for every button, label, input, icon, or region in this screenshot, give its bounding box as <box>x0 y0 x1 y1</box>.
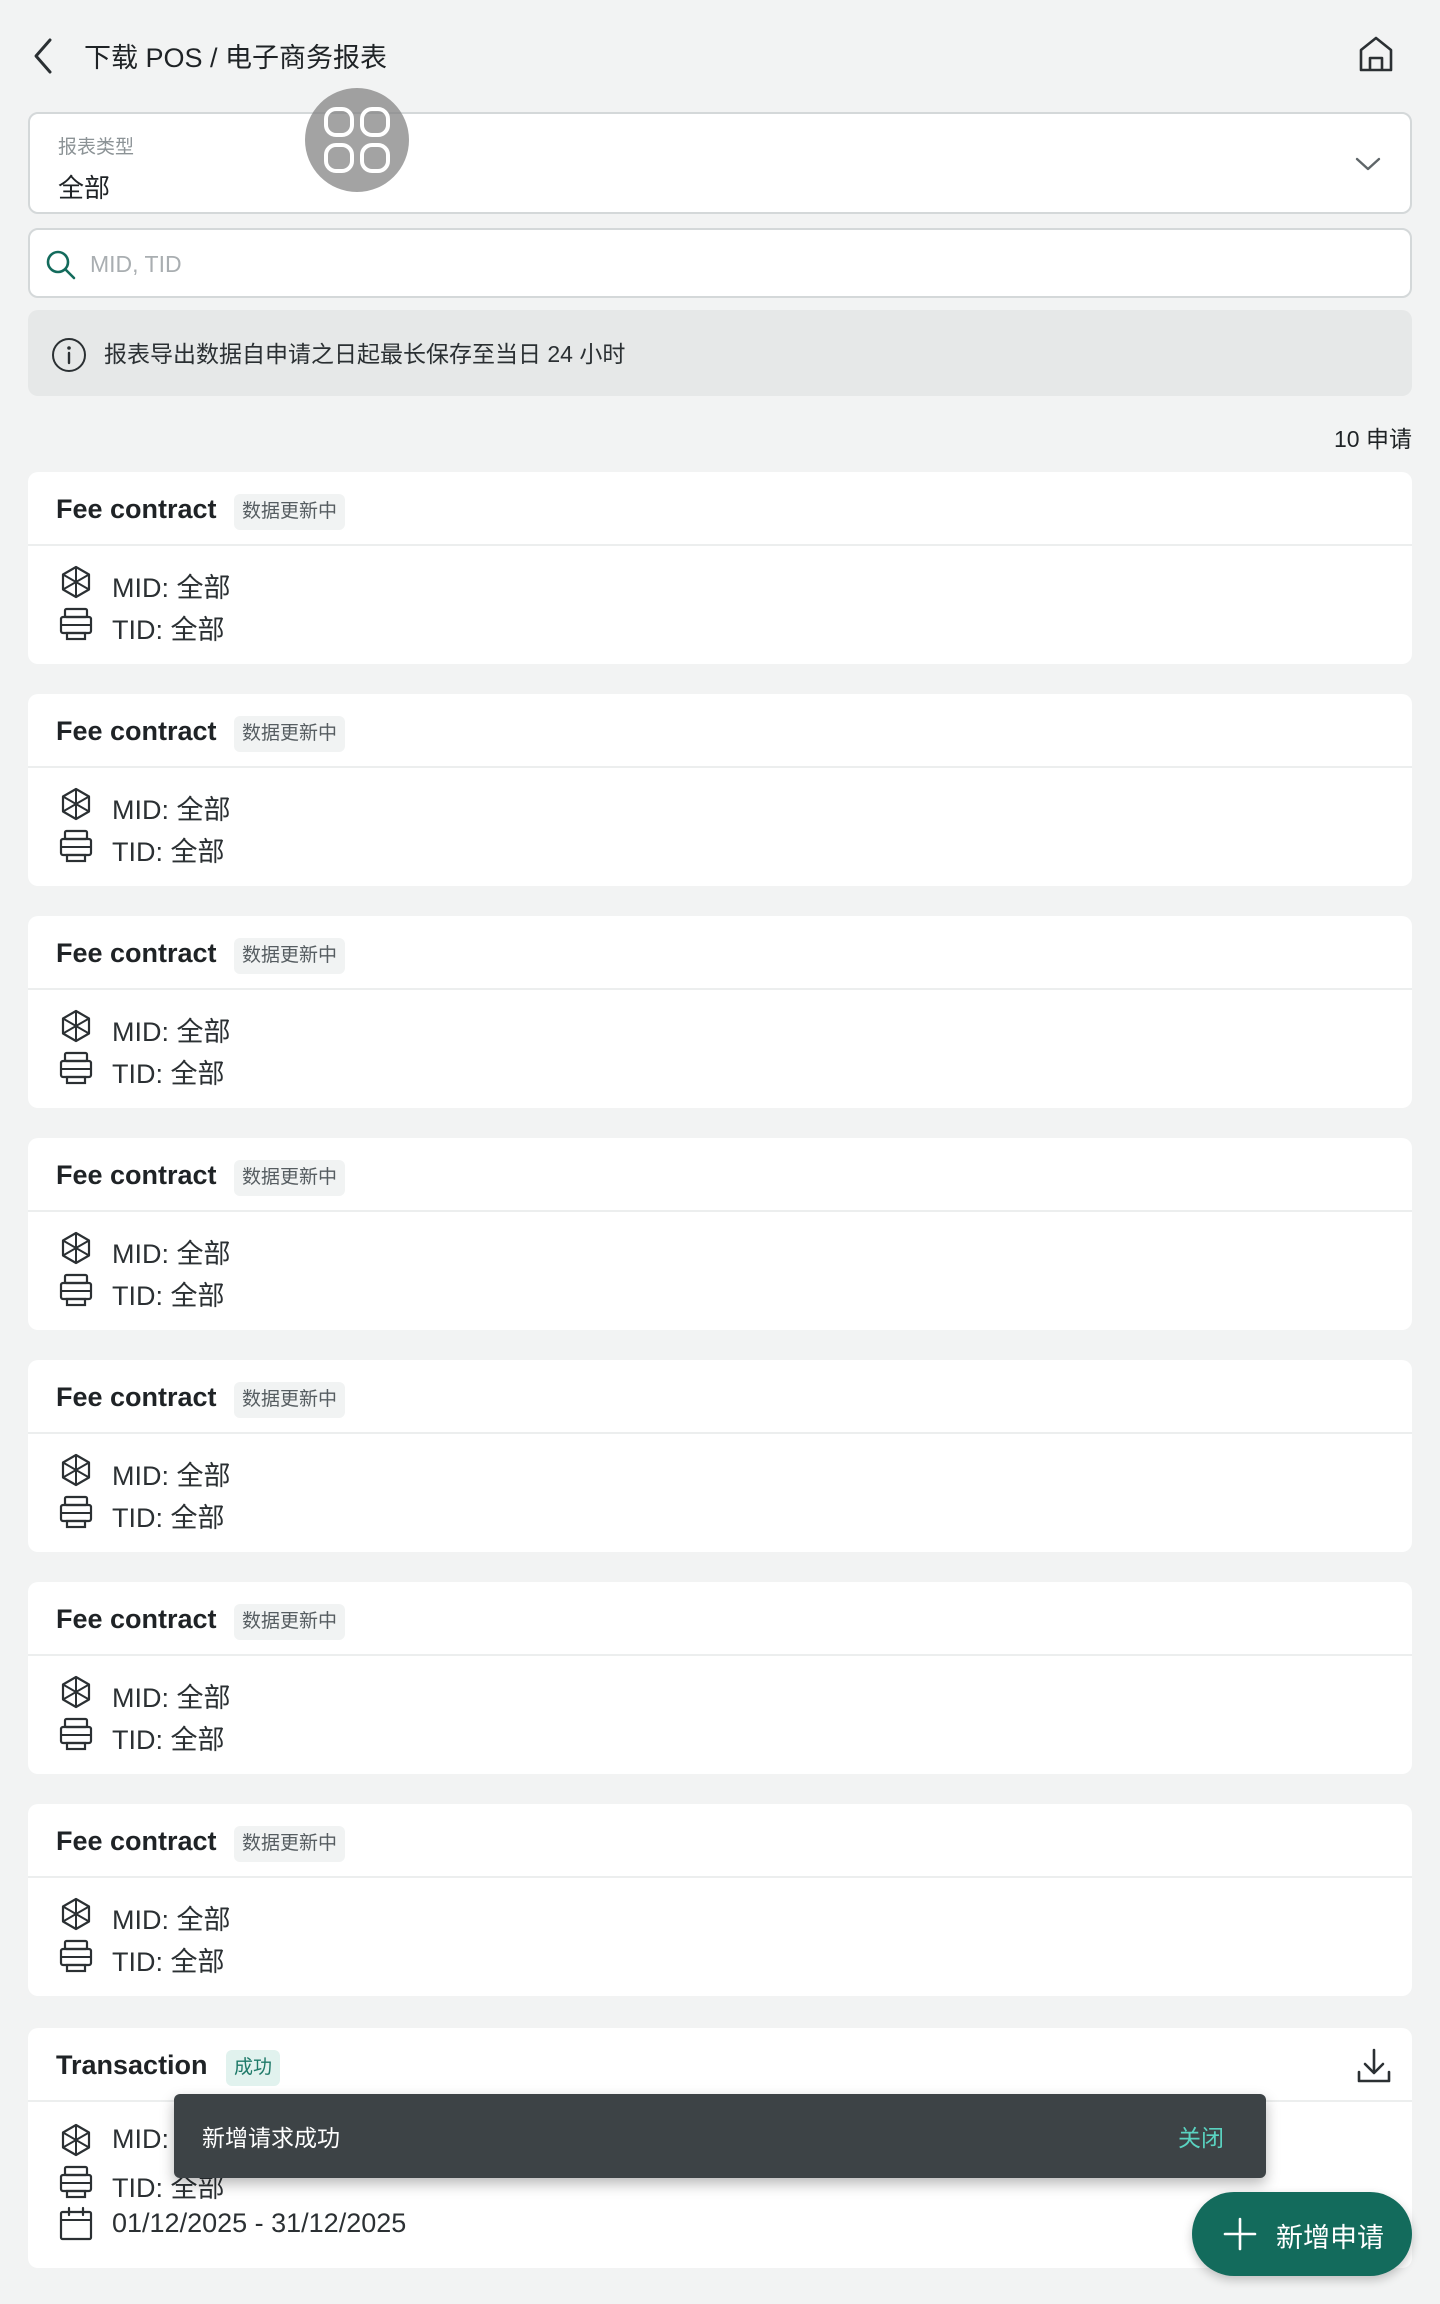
home-icon <box>1359 36 1393 72</box>
card-header: Fee contract 数据更新中 <box>28 694 1412 768</box>
pos-terminal-icon <box>59 1051 93 1085</box>
merchant-icon <box>61 1675 91 1709</box>
select-value: 全部 <box>58 173 111 203</box>
notice-text: 报表导出数据自申请之日起最长保存至当日 24 小时 <box>104 341 626 367</box>
page: 下载 POS / 电子商务报表 报表类型 全部 报表导出数据自申请之日起最长保 <box>0 0 1440 2304</box>
report-card[interactable]: Fee contract 数据更新中 MID: 全部 TID: 全部 <box>28 1138 1412 1330</box>
mid-text: MID: 全部 <box>112 795 231 825</box>
tid-text: TID: 全部 <box>112 1947 225 1977</box>
snackbar-close-button[interactable]: 关闭 <box>1178 2119 1224 2153</box>
card-header: Fee contract 数据更新中 <box>28 916 1412 990</box>
mid-text: MID: 全部 <box>112 1905 231 1935</box>
pos-terminal-icon <box>59 1939 93 1973</box>
merchant-icon <box>61 1897 91 1931</box>
snackbar: 新增请求成功 关闭 <box>174 2094 1266 2178</box>
mid-text: MID: 全部 <box>112 1461 231 1491</box>
chevron-down-icon <box>1355 157 1381 171</box>
report-card[interactable]: Fee contract 数据更新中 MID: 全部 TID: 全部 <box>28 694 1412 886</box>
chevron-left-icon <box>34 38 52 74</box>
card-title: Transaction <box>56 2050 208 2080</box>
assistive-touch-button[interactable] <box>305 88 409 192</box>
search-box <box>28 228 1412 298</box>
download-icon <box>1357 2048 1391 2083</box>
card-header: Transaction 成功 <box>28 2028 1412 2102</box>
status-badge: 数据更新中 <box>234 1382 346 1418</box>
merchant-icon <box>61 1453 91 1487</box>
report-card[interactable]: Fee contract 数据更新中 MID: 全部 TID: 全部 <box>28 1804 1412 1996</box>
new-request-label: 新增申请 <box>1276 2223 1384 2253</box>
merchant-icon <box>61 1009 91 1043</box>
tid-text: TID: 全部 <box>112 1059 225 1089</box>
card-header: Fee contract 数据更新中 <box>28 472 1412 546</box>
card-title: Fee contract <box>56 1826 217 1856</box>
info-notice: 报表导出数据自申请之日起最长保存至当日 24 小时 <box>28 310 1412 396</box>
card-title: Fee contract <box>56 938 217 968</box>
card-header: Fee contract 数据更新中 <box>28 1804 1412 1878</box>
merchant-icon <box>61 2123 91 2157</box>
mid-text: MID: 全部 <box>112 573 231 603</box>
select-label: 报表类型 <box>58 137 135 158</box>
mid-text: MID: <box>112 2124 169 2154</box>
report-card[interactable]: Fee contract 数据更新中 MID: 全部 TID: 全部 <box>28 1360 1412 1552</box>
card-title: Fee contract <box>56 1160 217 1190</box>
search-icon <box>46 250 76 280</box>
merchant-icon <box>61 1231 91 1265</box>
merchant-icon <box>61 565 91 599</box>
tid-text: TID: 全部 <box>112 1281 225 1311</box>
calendar-icon <box>59 2206 93 2241</box>
status-badge: 数据更新中 <box>234 494 346 530</box>
card-header: Fee contract 数据更新中 <box>28 1582 1412 1656</box>
plus-icon <box>1223 2217 1257 2251</box>
grid-menu-icon <box>324 107 390 173</box>
pos-terminal-icon <box>59 1717 93 1751</box>
tid-text: TID: 全部 <box>112 1725 225 1755</box>
search-input[interactable] <box>90 240 1390 288</box>
status-badge: 数据更新中 <box>234 1604 346 1640</box>
status-badge: 数据更新中 <box>234 938 346 974</box>
back-button[interactable] <box>28 36 60 76</box>
status-badge: 数据更新中 <box>234 1160 346 1196</box>
pos-terminal-icon <box>59 607 93 641</box>
download-button[interactable] <box>1354 2044 1394 2088</box>
card-title: Fee contract <box>56 1382 217 1412</box>
request-count: 10 申请 <box>1334 426 1412 452</box>
home-button[interactable] <box>1356 32 1396 76</box>
info-icon <box>52 338 86 372</box>
snackbar-message: 新增请求成功 <box>202 2125 340 2151</box>
report-card[interactable]: Fee contract 数据更新中 MID: 全部 TID: 全部 <box>28 1582 1412 1774</box>
pos-terminal-icon <box>59 1273 93 1307</box>
mid-text: MID: 全部 <box>112 1683 231 1713</box>
mid-text: MID: 全部 <box>112 1017 231 1047</box>
card-header: Fee contract 数据更新中 <box>28 1138 1412 1212</box>
page-title: 下载 POS / 电子商务报表 <box>84 43 388 73</box>
status-badge: 数据更新中 <box>234 716 346 752</box>
date-range-text: 01/12/2025 - 31/12/2025 <box>112 2208 407 2238</box>
status-badge: 成功 <box>226 2050 281 2086</box>
status-badge: 数据更新中 <box>234 1826 346 1862</box>
report-card[interactable]: Fee contract 数据更新中 MID: 全部 TID: 全部 <box>28 916 1412 1108</box>
pos-terminal-icon <box>59 829 93 863</box>
header: 下载 POS / 电子商务报表 <box>0 0 1440 112</box>
pos-terminal-icon <box>59 2165 93 2199</box>
card-title: Fee contract <box>56 494 217 524</box>
report-type-select[interactable]: 报表类型 全部 <box>28 112 1412 214</box>
tid-text: TID: 全部 <box>112 837 225 867</box>
report-card[interactable]: Fee contract 数据更新中 MID: 全部 TID: 全部 <box>28 472 1412 664</box>
merchant-icon <box>61 787 91 821</box>
tid-text: TID: 全部 <box>112 1503 225 1533</box>
mid-text: MID: 全部 <box>112 1239 231 1269</box>
pos-terminal-icon <box>59 1495 93 1529</box>
card-title: Fee contract <box>56 1604 217 1634</box>
card-title: Fee contract <box>56 716 217 746</box>
tid-text: TID: 全部 <box>112 615 225 645</box>
new-request-button[interactable]: 新增申请 <box>1192 2192 1412 2276</box>
card-header: Fee contract 数据更新中 <box>28 1360 1412 1434</box>
